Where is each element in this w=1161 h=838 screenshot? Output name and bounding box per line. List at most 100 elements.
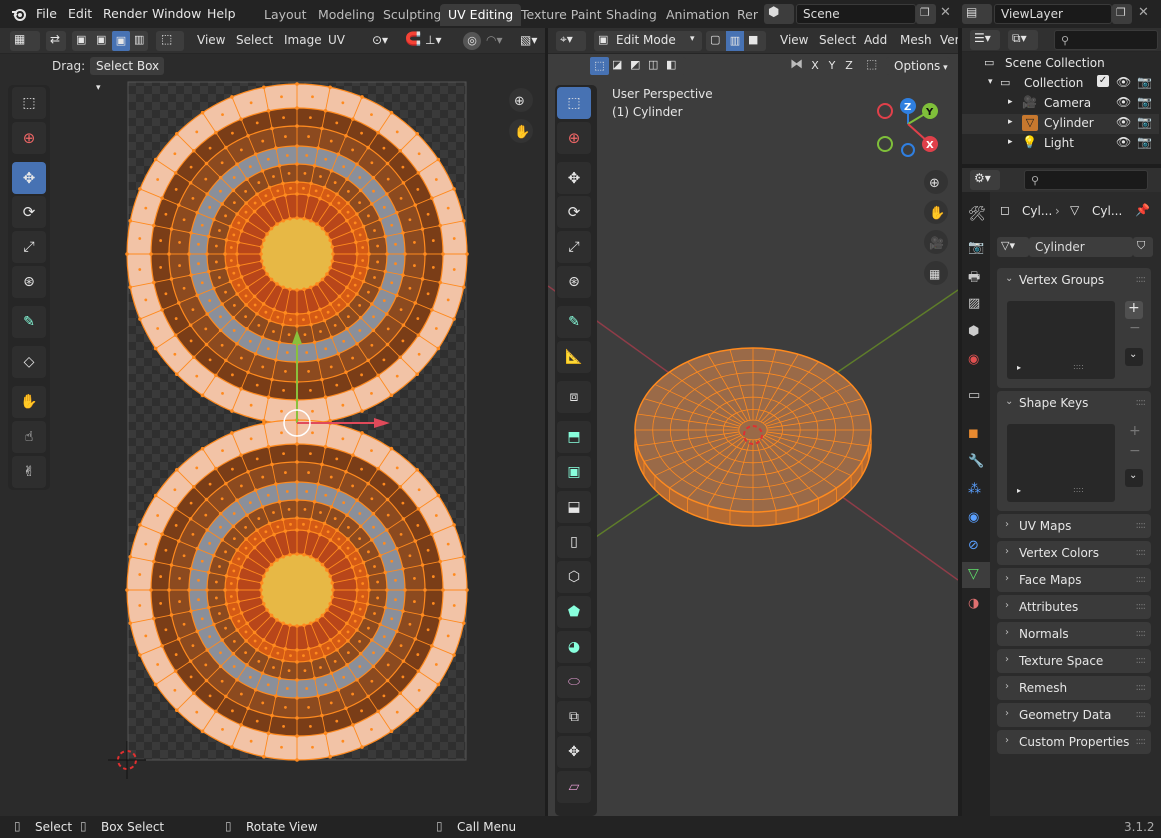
camera-render-icon[interactable]: 📷 [1137,115,1152,129]
remesh-panel[interactable]: › Remesh :::: [997,676,1151,700]
scene-name-field[interactable]: Scene [796,4,916,24]
drag-grip-icon[interactable]: :::: [1136,397,1147,408]
texture-space-panel[interactable]: › Texture Space :::: [997,649,1151,673]
face-mode-icon[interactable]: ▣ [112,31,130,51]
menu-view[interactable]: View [197,33,225,47]
custom-properties-panel[interactable]: › Custom Properties :::: [997,730,1151,754]
tab-modeling[interactable]: Modeling [310,4,383,26]
menu-edit[interactable]: Edit [68,6,92,21]
menu-select[interactable]: Select [819,33,856,47]
mesh-browse-button[interactable]: ▽▾ [997,237,1029,257]
add-cube-tool[interactable]: ⧈ [557,381,591,413]
physics-tab-icon[interactable]: ◉ [968,510,979,525]
scene-selector-button[interactable]: ⬢ [764,4,794,24]
image-browse-icon[interactable]: ▧▾ [520,33,537,47]
cursor-tool[interactable]: ⊕ [12,122,46,154]
mesh-name-field[interactable]: Cylinder [1029,237,1133,257]
bevel-tool[interactable]: ⬓ [557,491,591,523]
rotate-tool[interactable]: ⟳ [557,196,591,228]
options-dropdown[interactable]: Options ▾ [886,57,950,75]
drag-grip-icon[interactable]: :::: [1136,520,1147,531]
new-view-layer-button[interactable]: ❐ [1112,4,1132,24]
menu-add[interactable]: Add [864,33,887,47]
tab-texture-paint[interactable]: Texture Paint [513,4,610,26]
navigation-gizmo[interactable]: Z Y X [877,98,938,157]
camera-render-icon[interactable]: 📷 [1137,95,1152,109]
new-scene-button[interactable]: ❐ [916,4,936,24]
pivot-icon[interactable]: ⊙▾ [372,33,388,47]
collection-tab-icon[interactable]: ▭ [968,388,980,403]
outliner-row-light[interactable]: ▸ 💡 Light 👁 📷 [962,134,1159,154]
knife-tool[interactable]: ⬡ [557,561,591,593]
relax-tool[interactable]: ☝ [12,421,46,453]
subtract-selection-icon[interactable]: ◩ [630,58,640,71]
checkbox-icon[interactable]: ✓ [1097,75,1109,87]
sync-selection-toggle[interactable]: ⇄ [46,31,66,51]
vertex-select-icon[interactable]: ▢ [710,33,720,46]
vertex-mode-icon[interactable]: ▣ [76,33,86,46]
pinch-tool[interactable]: ✌ [12,456,46,488]
add-vertex-group-button[interactable]: + [1125,300,1143,319]
outliner-search-input[interactable]: ⚲ [1054,30,1158,50]
annotate-tool[interactable]: ✎ [557,306,591,338]
menu-image[interactable]: Image [284,33,322,47]
cylinder-mesh[interactable] [634,347,872,527]
modifier-tab-icon[interactable]: 🔧 [968,454,984,469]
particles-tab-icon[interactable]: ⁂ [968,482,981,497]
invert-selection-icon[interactable]: ◫ [648,58,658,71]
drag-grip-icon[interactable]: :::: [1136,274,1147,285]
drag-grip-icon[interactable]: :::: [1136,682,1147,693]
editor-type-button[interactable]: ☰▾ [970,30,1000,50]
tab-uv-editing[interactable]: UV Editing [440,4,522,26]
move-tool[interactable]: ✥ [557,162,591,194]
pin-icon[interactable]: 📌 [1135,203,1150,217]
properties-search-input[interactable]: ⚲ [1024,170,1148,190]
uv-maps-panel[interactable]: › UV Maps :::: [997,514,1151,538]
camera-render-icon[interactable]: 📷 [1137,75,1152,89]
proportional-edit-icon[interactable]: ◎ [463,32,481,50]
menu-mesh[interactable]: Mesh [900,33,932,47]
tab-rendering[interactable]: Rer [729,4,766,26]
plus-icon[interactable]: + [1129,423,1141,439]
chevron-down-icon[interactable]: ⌄ [1005,273,1013,284]
vertex-group-specials-button[interactable]: ⌄ [1125,348,1143,366]
attributes-panel[interactable]: › Attributes :::: [997,595,1151,619]
face-select-icon[interactable]: ■ [748,33,758,46]
list-expand-icon[interactable]: ▸ [1017,486,1021,495]
output-tab-icon[interactable]: 🖶 [968,268,980,290]
view-layer-selector-button[interactable]: ▤ [962,4,992,24]
list-expand-icon[interactable]: ▸ [1017,363,1021,372]
axis-lock-z[interactable]: Z [842,57,856,75]
tab-layout[interactable]: Layout [256,4,315,26]
material-tab-icon[interactable]: ◑ [968,596,979,611]
cursor-tool[interactable]: ⊕ [557,122,591,154]
axis-lock-y[interactable]: Y [825,57,839,75]
world-tab-icon[interactable]: ◉ [968,352,979,367]
island-mode-icon[interactable]: ▥ [134,33,144,46]
drag-grip-icon[interactable]: :::: [1136,547,1147,558]
menu-uv[interactable]: UV [328,33,345,47]
menu-window[interactable]: Window [152,6,201,21]
chevron-down-icon[interactable]: ▾ [988,77,993,87]
chevron-right-icon[interactable]: ▸ [1008,117,1013,127]
sticky-selection-button[interactable]: ⬚ [156,31,184,51]
edge-slide-tool[interactable]: ⧉ [557,701,591,733]
shrink-fatten-tool[interactable]: ✥ [557,736,591,768]
shape-keys-list[interactable]: ▸ :::: [1007,424,1115,502]
selection-mode-buttons[interactable]: ⬚ ◪ ◩ ◫ ◧ [590,57,686,75]
axis-lock-x[interactable]: X [808,57,822,75]
editor-type-button[interactable]: ⚙▾ [970,170,1000,190]
eye-icon[interactable]: 👁 [1116,95,1131,109]
blender-logo-icon[interactable] [11,6,27,22]
face-maps-panel[interactable]: › Face Maps :::: [997,568,1151,592]
list-resize-grip-icon[interactable]: :::: [1073,485,1084,494]
menu-view[interactable]: View [780,33,808,47]
smooth-tool[interactable]: ⬭ [557,666,591,698]
outliner-row-camera[interactable]: ▸ 🎥 Camera 👁 📷 [962,94,1159,114]
view-layer-tab-icon[interactable]: ▨ [968,296,980,311]
rip-tool[interactable]: ◇ [12,346,46,378]
mesh-select-mode-group[interactable]: ▢ ▥ ■ [706,31,766,51]
editor-type-button[interactable]: ▦ [10,31,40,51]
drag-grip-icon[interactable]: :::: [1136,709,1147,720]
tab-sculpting[interactable]: Sculpting [375,4,449,26]
